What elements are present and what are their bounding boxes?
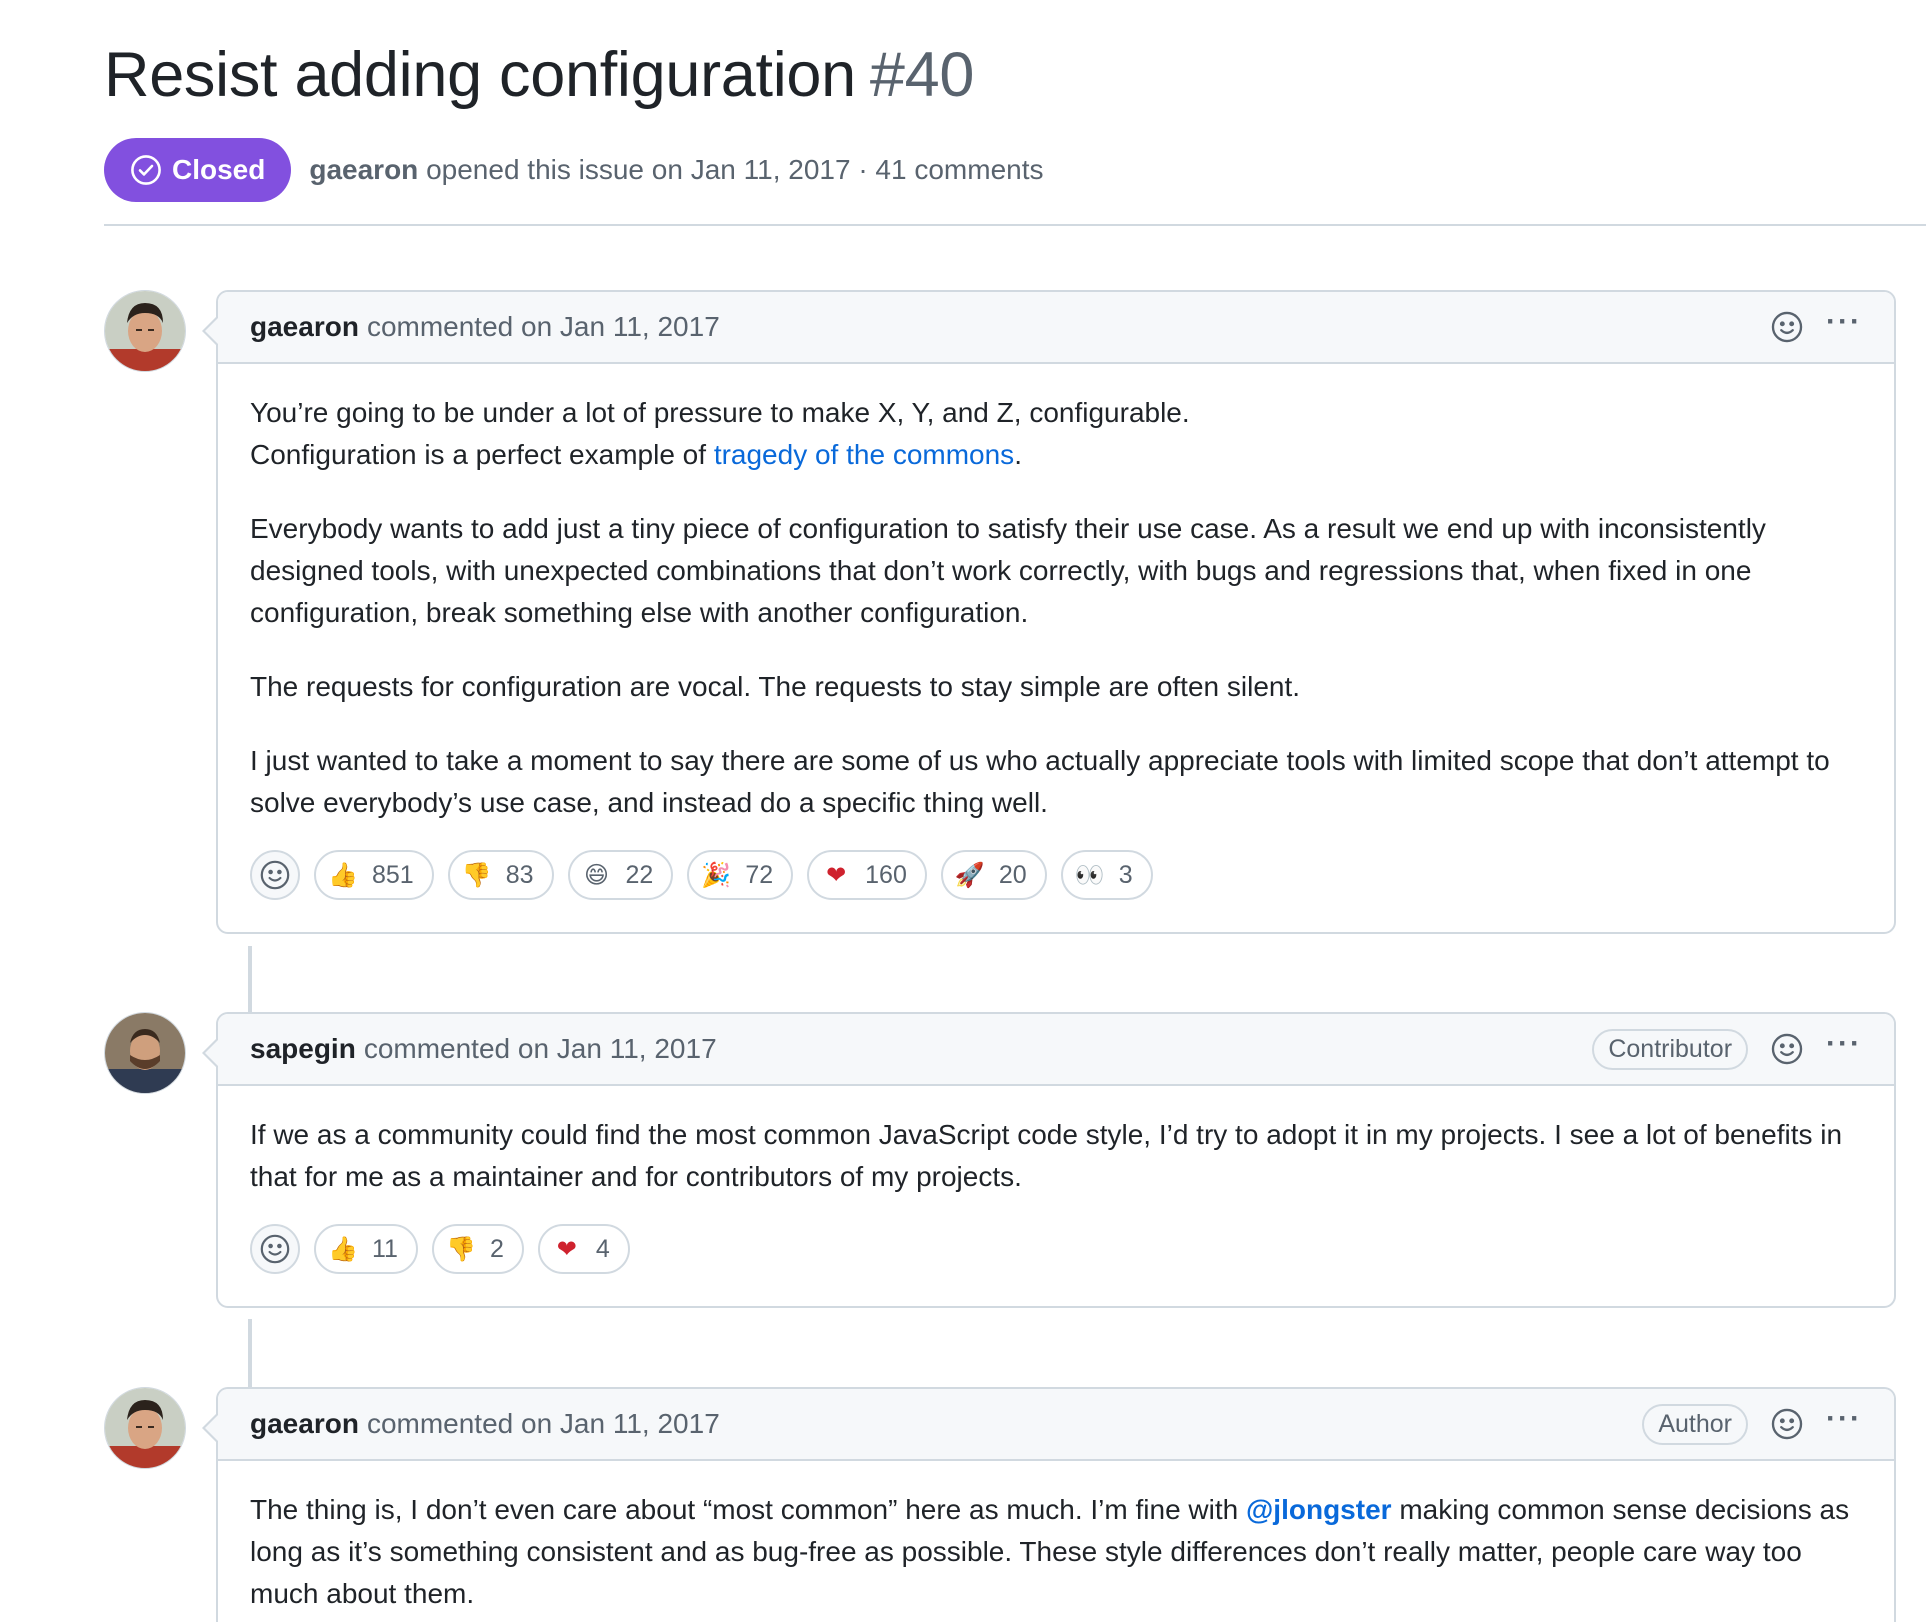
tragedy-of-the-commons-link[interactable]: tragedy of the commons <box>714 439 1014 470</box>
hooray-icon: 🎉 <box>701 861 732 889</box>
reaction-count: 20 <box>998 860 1027 889</box>
add-reaction-smiley-icon[interactable] <box>1770 1032 1804 1066</box>
reaction-count: 72 <box>745 860 774 889</box>
closed-check-icon <box>130 154 162 186</box>
reaction-count: 160 <box>865 860 907 889</box>
reaction-count: 22 <box>625 860 654 889</box>
contributor-label: Contributor <box>1592 1028 1749 1070</box>
reactions-bar: 👍 11 👎 2 ❤ 4 <box>218 1224 1894 1306</box>
comment-paragraph: If we as a community could find the most… <box>250 1119 1843 1192</box>
reaction-thumbs-down[interactable]: 👎 83 <box>447 850 554 900</box>
reaction-heart[interactable]: ❤ 4 <box>537 1224 630 1274</box>
comment-paragraph: I just wanted to take a moment to say th… <box>250 745 1830 818</box>
kebab-menu-icon[interactable]: ··· <box>1826 1404 1862 1434</box>
comment-box: sapegin commented on Jan 11, 2017 Contri… <box>202 1012 1896 1308</box>
comment-text: You’re going to be under a lot of pressu… <box>250 397 1190 428</box>
kebab-menu-icon[interactable]: ··· <box>1826 1029 1862 1059</box>
reaction-count: 3 <box>1118 860 1133 889</box>
reaction-thumbs-up[interactable]: 👍 851 <box>314 850 434 900</box>
comment-author-link[interactable]: sapegin <box>250 1033 356 1065</box>
reaction-heart[interactable]: ❤ 160 <box>807 850 927 900</box>
avatar-sapegin-icon <box>105 1013 185 1093</box>
comment-date[interactable]: commented on Jan 11, 2017 <box>364 1033 717 1065</box>
issue-header: Resist adding configuration #40 Closed ga… <box>104 36 1926 202</box>
add-reaction-button[interactable] <box>250 1224 300 1274</box>
comment-date[interactable]: commented on Jan 11, 2017 <box>367 311 720 343</box>
reaction-laugh[interactable]: 😄 22 <box>567 850 674 900</box>
comment-actions: ··· <box>1770 307 1862 344</box>
heart-icon: ❤ <box>826 861 847 889</box>
issue-meta-text: gaearon opened this issue on Jan 11, 201… <box>309 154 1043 186</box>
heart-icon: ❤ <box>556 1235 577 1263</box>
comment-text: . <box>1014 439 1022 470</box>
avatar[interactable] <box>104 290 186 372</box>
thumbs-up-icon: 👍 <box>328 861 358 889</box>
reaction-count: 11 <box>372 1234 398 1263</box>
comment-actions: Author ··· <box>1642 1403 1862 1445</box>
comment-text: The thing is, I don’t even care about “m… <box>250 1494 1246 1525</box>
comment-author-link[interactable]: gaearon <box>250 1408 359 1440</box>
reaction-hooray[interactable]: 🎉 72 <box>687 850 794 900</box>
comment-body: If we as a community could find the most… <box>218 1086 1894 1198</box>
reaction-eyes[interactable]: 👀 3 <box>1060 850 1153 900</box>
comment-header: gaearon commented on Jan 11, 2017 Author… <box>218 1389 1894 1461</box>
comment-actions: Contributor ··· <box>1592 1028 1862 1070</box>
comment-paragraph: You’re going to be under a lot of pressu… <box>250 392 1862 476</box>
comment-body: You’re going to be under a lot of pressu… <box>218 364 1894 824</box>
comment-box: gaearon commented on Jan 11, 2017 ··· Yo… <box>202 290 1896 934</box>
reaction-count: 83 <box>505 860 534 889</box>
user-mention-link[interactable]: @jlongster <box>1246 1494 1392 1525</box>
smiley-icon <box>260 860 290 890</box>
reaction-count: 851 <box>372 860 414 889</box>
add-reaction-button[interactable] <box>250 850 300 900</box>
issue-author-link[interactable]: gaearon <box>309 154 418 185</box>
issue-state-label: Closed <box>172 154 266 185</box>
avatar-gaearon-icon <box>105 1388 185 1468</box>
issue-meta: Closed gaearon opened this issue on Jan … <box>104 138 1926 202</box>
comment-box: gaearon commented on Jan 11, 2017 Author… <box>202 1387 1896 1622</box>
reaction-thumbs-down[interactable]: 👎 2 <box>431 1224 524 1274</box>
issue-state-badge: Closed <box>104 138 292 202</box>
comment-paragraph: The requests for configuration are vocal… <box>250 671 1301 702</box>
timeline-connector <box>248 1319 252 1387</box>
laugh-icon: 😄 <box>584 861 610 889</box>
avatar-gaearon-icon <box>105 291 185 371</box>
avatar[interactable] <box>104 1012 186 1094</box>
comment-body: The thing is, I don’t even care about “m… <box>218 1461 1894 1615</box>
comment-date[interactable]: commented on Jan 11, 2017 <box>367 1408 720 1440</box>
comment-header: sapegin commented on Jan 11, 2017 Contri… <box>218 1014 1894 1086</box>
comment-author-link[interactable]: gaearon <box>250 311 359 343</box>
reaction-thumbs-up[interactable]: 👍 11 <box>314 1224 418 1274</box>
thumbs-up-icon: 👍 <box>328 1235 358 1263</box>
add-reaction-smiley-icon[interactable] <box>1770 1407 1804 1441</box>
comment-paragraph: Everybody wants to add just a tiny piece… <box>250 513 1766 628</box>
kebab-menu-icon[interactable]: ··· <box>1826 307 1862 337</box>
reaction-rocket[interactable]: 🚀 20 <box>940 850 1047 900</box>
eyes-icon: 👀 <box>1074 861 1105 889</box>
author-label: Author <box>1642 1403 1749 1445</box>
add-reaction-smiley-icon[interactable] <box>1770 310 1804 344</box>
header-divider <box>104 224 1926 226</box>
issue-number: #40 <box>869 40 975 110</box>
issue-title: Resist adding configuration #40 <box>104 36 1926 114</box>
comment-paragraph: The thing is, I don’t even care about “m… <box>250 1489 1862 1615</box>
avatar[interactable] <box>104 1387 186 1469</box>
issue-title-text: Resist adding configuration <box>104 40 856 110</box>
rocket-icon: 🚀 <box>954 861 985 889</box>
smiley-icon <box>260 1234 290 1264</box>
thumbs-down-icon: 👎 <box>446 1235 476 1263</box>
comment-header: gaearon commented on Jan 11, 2017 ··· <box>218 292 1894 364</box>
reaction-count: 4 <box>595 1234 610 1263</box>
timeline-connector <box>248 946 252 1012</box>
reaction-count: 2 <box>489 1234 504 1263</box>
thumbs-down-icon: 👎 <box>461 861 492 889</box>
reactions-bar: 👍 851 👎 83 😄 22 🎉 72 ❤ 160 🚀 20 👀 3 <box>218 850 1894 932</box>
comment-text: Configuration is a perfect example of <box>250 439 714 470</box>
issue-meta-detail: opened this issue on Jan 11, 2017 · 41 c… <box>426 154 1044 185</box>
